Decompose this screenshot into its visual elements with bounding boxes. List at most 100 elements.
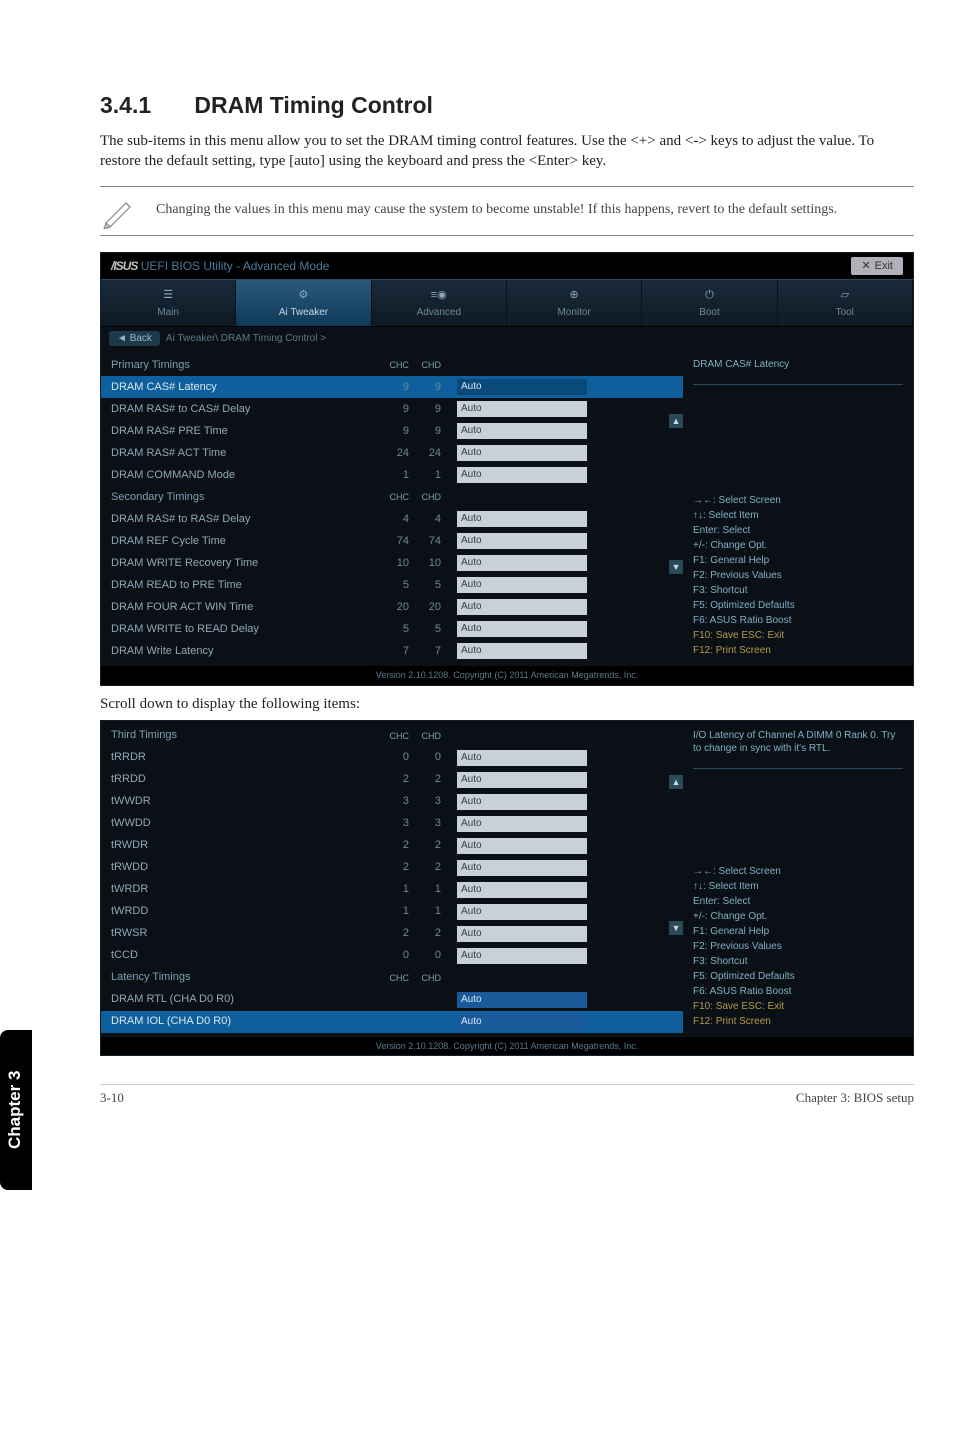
help-title: DRAM CAS# Latency	[693, 358, 903, 372]
setting-row[interactable]: tWRDR11Auto	[101, 879, 683, 901]
setting-input[interactable]: Auto	[457, 511, 587, 527]
exit-button[interactable]: ✕ Exit	[851, 257, 903, 276]
setting-input[interactable]: Auto	[457, 467, 587, 483]
setting-input[interactable]: Auto	[457, 838, 587, 854]
setting-input[interactable]: Auto	[457, 926, 587, 942]
page-number: 3-10	[100, 1089, 124, 1107]
setting-input[interactable]: Auto	[457, 533, 587, 549]
tab-monitor[interactable]: ⊕Monitor	[507, 280, 642, 326]
setting-row[interactable]: DRAM RAS# to CAS# Delay99 Auto	[101, 398, 683, 420]
setting-input[interactable]: Auto	[457, 423, 587, 439]
scroll-caption: Scroll down to display the following ite…	[100, 694, 914, 714]
back-button[interactable]: ◄ Back	[109, 331, 160, 347]
channel-values: 99	[371, 402, 441, 417]
tab-boot[interactable]: ⏻Boot	[642, 280, 777, 326]
setting-input[interactable]: Auto	[457, 1014, 587, 1030]
setting-input[interactable]: Auto	[457, 379, 587, 395]
help-panel: I/O Latency of Channel A DIMM 0 Rank 0. …	[683, 721, 913, 1037]
channel-values: 1010	[371, 556, 441, 571]
setting-input[interactable]: Auto	[457, 948, 587, 964]
setting-label: tWRDD	[111, 904, 371, 919]
setting-label: DRAM CAS# Latency	[111, 380, 371, 395]
setting-input[interactable]: Auto	[457, 401, 587, 417]
bios-panel-third-timings: Third TimingsCHCCHDtRRDR00AutotRRDD22Aut…	[100, 720, 914, 1056]
scroll-down-button[interactable]: ▼	[669, 921, 683, 935]
setting-input[interactable]: Auto	[457, 621, 587, 637]
setting-input[interactable]: Auto	[457, 860, 587, 876]
settings-list[interactable]: Primary TimingsCHCCHDDRAM CAS# Latency99…	[101, 350, 683, 666]
setting-input[interactable]: Auto	[457, 882, 587, 898]
setting-row[interactable]: DRAM COMMAND Mode11Auto	[101, 464, 683, 486]
tab-ai-tweaker[interactable]: ⚙Ai Tweaker	[236, 280, 371, 326]
scroll-up-button[interactable]: ▲	[669, 775, 683, 789]
setting-input[interactable]: Auto	[457, 750, 587, 766]
setting-input[interactable]: Auto	[457, 555, 587, 571]
group-header: Secondary TimingsCHCCHD	[101, 486, 683, 508]
hint-line: +/-: Change Opt.	[693, 538, 903, 553]
setting-input[interactable]: Auto	[457, 904, 587, 920]
setting-row[interactable]: DRAM RAS# ACT Time2424Auto	[101, 442, 683, 464]
setting-row[interactable]: DRAM WRITE to READ Delay55Auto	[101, 618, 683, 640]
setting-row[interactable]: DRAM RTL (CHA D0 R0)Auto	[101, 989, 683, 1011]
setting-label: DRAM RAS# to CAS# Delay	[111, 402, 371, 417]
tab-main[interactable]: ☰ Main	[101, 280, 236, 326]
setting-input[interactable]: Auto	[457, 772, 587, 788]
hint-line: +/-: Change Opt.	[693, 909, 903, 924]
setting-row[interactable]: tRRDD22Auto	[101, 769, 683, 791]
scroll-up-button[interactable]: ▲	[669, 414, 683, 428]
setting-label: DRAM RAS# ACT Time	[111, 446, 371, 461]
channel-values: 99	[371, 424, 441, 439]
setting-row[interactable]: DRAM READ to PRE Time55Auto	[101, 574, 683, 596]
section-heading: 3.4.1 DRAM Timing Control	[100, 90, 914, 121]
setting-label: tRWSR	[111, 926, 371, 941]
setting-input[interactable]: Auto	[457, 577, 587, 593]
chapter-label: Chapter 3: BIOS setup	[796, 1089, 914, 1107]
tab-icon: ☰	[101, 286, 235, 304]
tab-label: Main	[101, 306, 235, 320]
setting-row[interactable]: tRRDR00Auto	[101, 747, 683, 769]
section-number: 3.4.1	[100, 90, 188, 121]
tab-tool[interactable]: ▱Tool	[778, 280, 913, 326]
hint-line: F6: ASUS Ratio Boost	[693, 613, 903, 628]
setting-row[interactable]: DRAM IOL (CHA D0 R0)Auto	[101, 1011, 683, 1033]
setting-row[interactable]: tCCD00Auto	[101, 945, 683, 967]
setting-row[interactable]: DRAM Write Latency77Auto	[101, 640, 683, 662]
channel-values: 11	[371, 882, 441, 897]
section-title: DRAM Timing Control	[194, 92, 433, 118]
key-hints: →←: Select Screen↑↓: Select ItemEnter: S…	[693, 864, 903, 1029]
setting-row[interactable]: tRWSR22Auto	[101, 923, 683, 945]
setting-input[interactable]: Auto	[457, 992, 587, 1008]
tab-advanced[interactable]: ≡◉Advanced	[372, 280, 507, 326]
channel-values: 00	[371, 750, 441, 765]
setting-input[interactable]: Auto	[457, 599, 587, 615]
chapter-side-tab: Chapter 3	[0, 1030, 32, 1190]
bios-footer: Version 2.10.1208. Copyright (C) 2011 Am…	[101, 666, 913, 684]
setting-row[interactable]: tRWDR22Auto	[101, 835, 683, 857]
hint-line: F2: Previous Values	[693, 568, 903, 583]
setting-row[interactable]: tWWDD33Auto	[101, 813, 683, 835]
setting-row[interactable]: tWRDD11Auto	[101, 901, 683, 923]
setting-row[interactable]: DRAM RAS# to RAS# Delay44Auto	[101, 508, 683, 530]
setting-row[interactable]: DRAM FOUR ACT WIN Time2020Auto	[101, 596, 683, 618]
setting-row[interactable]: tWWDR33Auto	[101, 791, 683, 813]
setting-input[interactable]: Auto	[457, 816, 587, 832]
setting-label: tCCD	[111, 948, 371, 963]
hint-line: F12: Print Screen	[693, 643, 903, 658]
setting-input[interactable]: Auto	[457, 643, 587, 659]
settings-list[interactable]: Third TimingsCHCCHDtRRDR00AutotRRDD22Aut…	[101, 721, 683, 1037]
setting-row[interactable]: tRWDD22Auto	[101, 857, 683, 879]
setting-row[interactable]: DRAM CAS# Latency99Auto	[101, 376, 683, 398]
setting-row[interactable]: DRAM WRITE Recovery Time1010Auto	[101, 552, 683, 574]
setting-input[interactable]: Auto	[457, 445, 587, 461]
group-header: Latency TimingsCHCCHD	[101, 967, 683, 989]
tab-icon: ⊕	[507, 286, 641, 304]
setting-row[interactable]: DRAM RAS# PRE Time99Auto	[101, 420, 683, 442]
bios-titlebar: /ISUS UEFI BIOS Utility - Advanced Mode …	[101, 253, 913, 280]
channel-values: 22	[371, 838, 441, 853]
tab-icon: ⚙	[236, 286, 370, 304]
setting-row[interactable]: DRAM REF Cycle Time7474Auto	[101, 530, 683, 552]
scroll-down-button[interactable]: ▼	[669, 560, 683, 574]
setting-input[interactable]: Auto	[457, 794, 587, 810]
breadcrumb: ◄ Back Ai Tweaker\ DRAM Timing Control >	[101, 327, 913, 351]
page-footer: 3-10 Chapter 3: BIOS setup	[100, 1084, 914, 1107]
